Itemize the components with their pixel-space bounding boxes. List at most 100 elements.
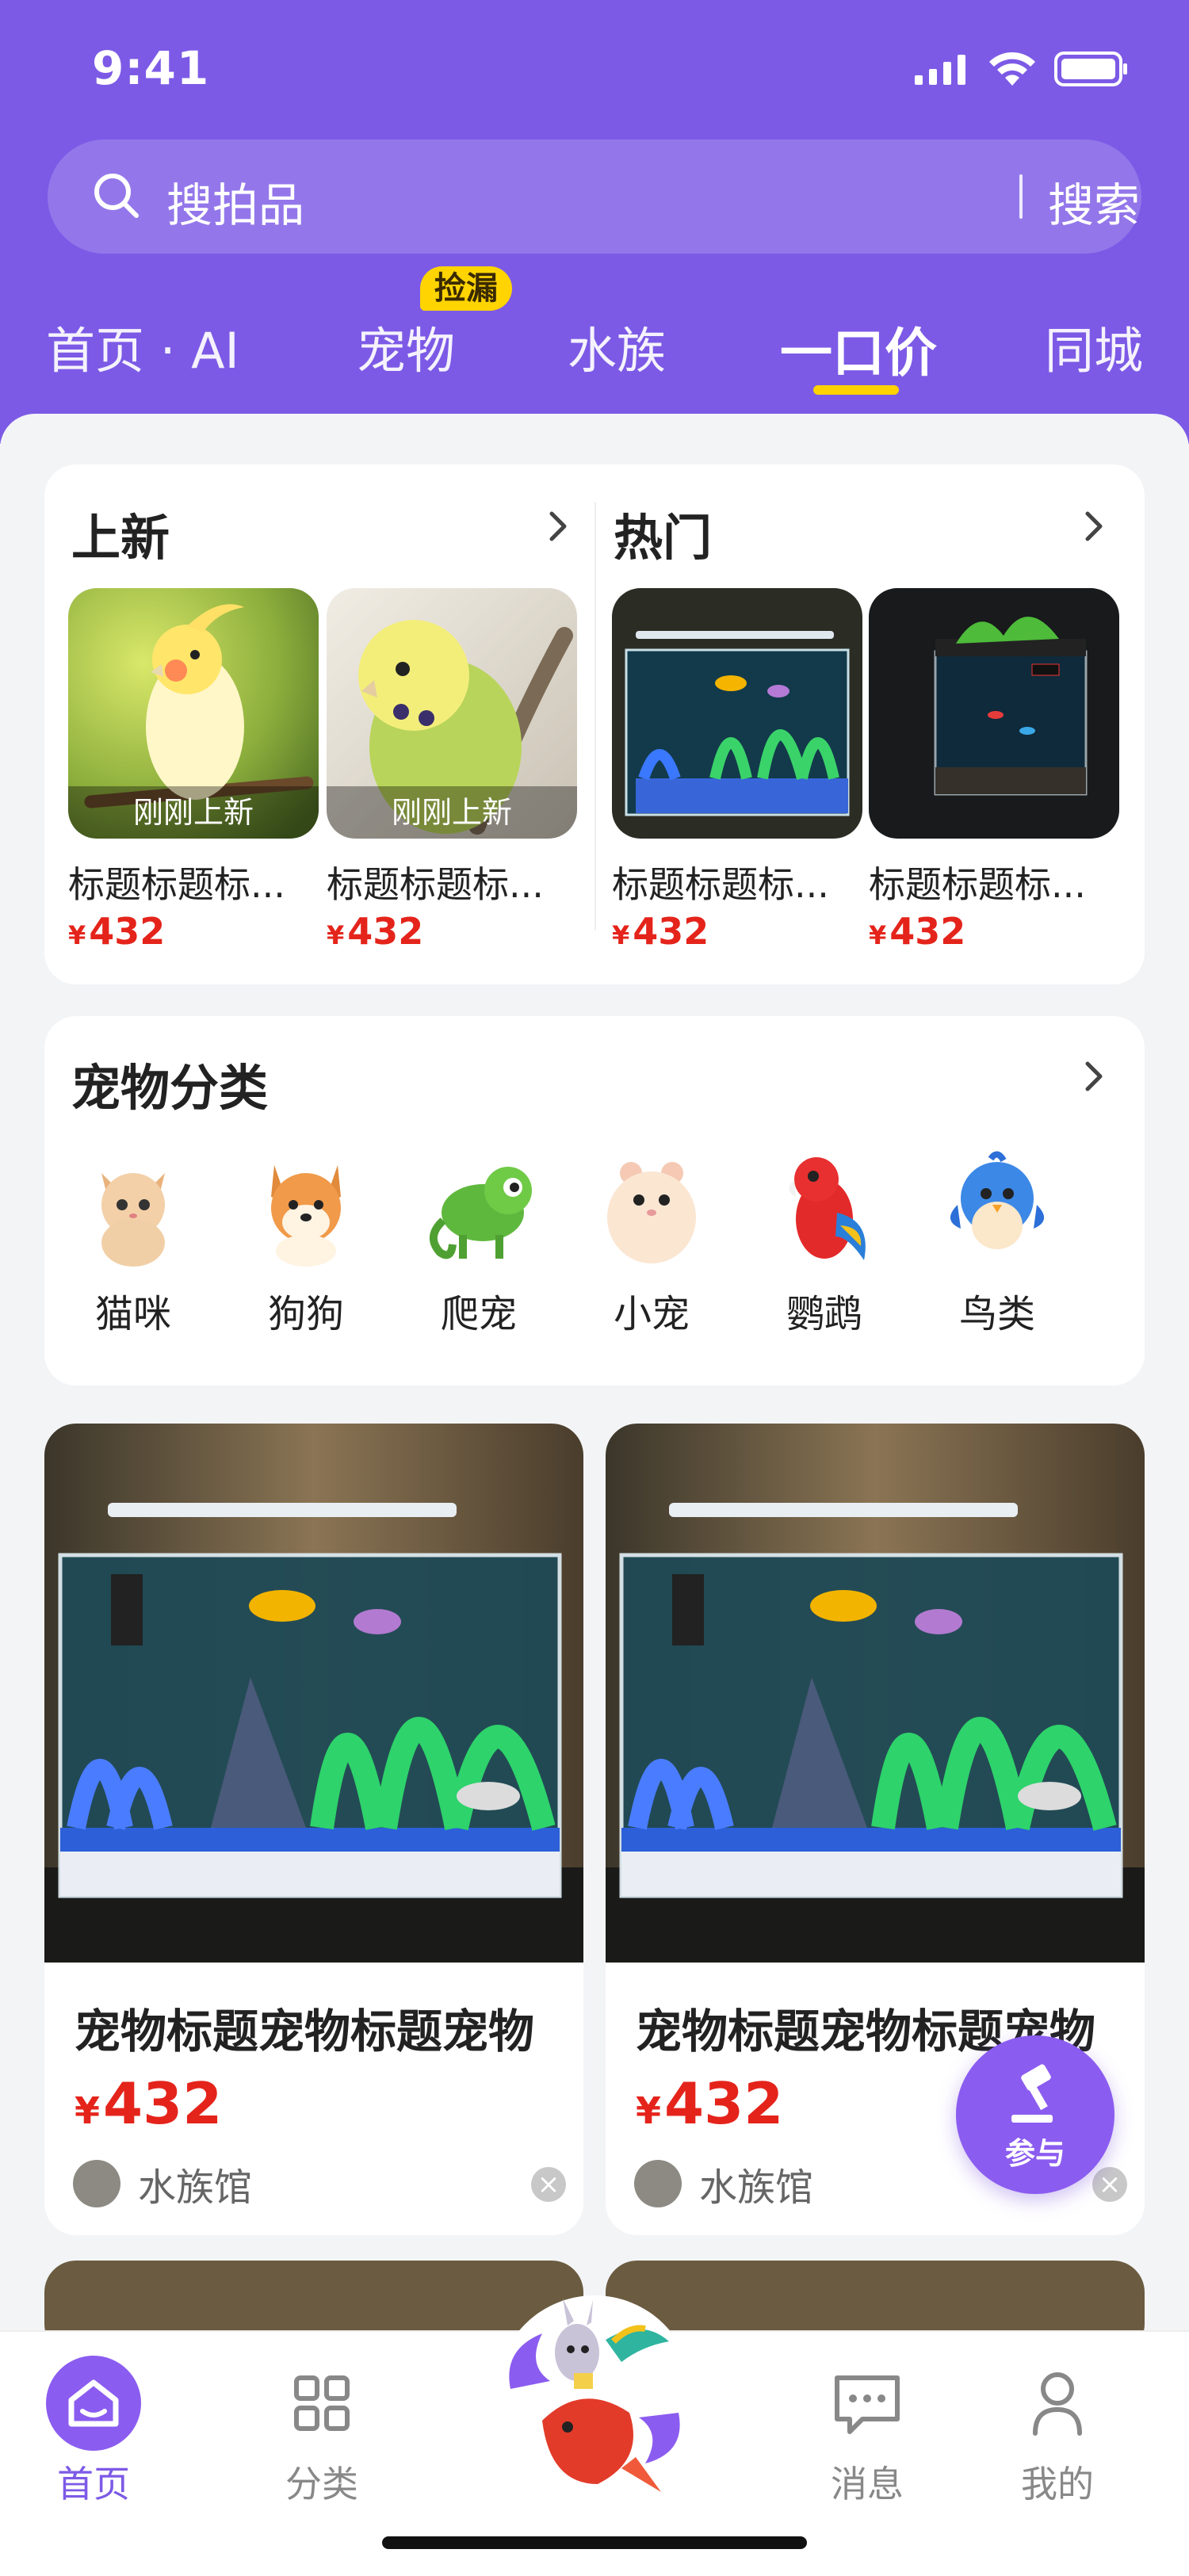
panel-divider bbox=[594, 503, 596, 931]
category-item-parrot[interactable]: 鹦鹉 bbox=[761, 1149, 888, 1338]
tab-fixed-price[interactable]: 一口价 bbox=[780, 311, 937, 387]
search-button[interactable]: 搜索 bbox=[1048, 168, 1140, 235]
home-icon bbox=[46, 2356, 141, 2451]
user-icon bbox=[1033, 2372, 1082, 2436]
aquarium-product-image bbox=[606, 1424, 1145, 1963]
currency-symbol: ¥ bbox=[612, 920, 630, 950]
hot-item-title[interactable]: 标题标题标... bbox=[869, 856, 1119, 908]
currency-symbol: ¥ bbox=[68, 920, 86, 950]
new-item-image[interactable]: 刚刚上新 bbox=[327, 588, 577, 839]
price-value: 432 bbox=[89, 910, 166, 953]
price-value: 432 bbox=[633, 910, 709, 953]
hot-item-title[interactable]: 标题标题标... bbox=[612, 856, 862, 908]
status-icons bbox=[915, 51, 1129, 87]
tabbar-label: 我的 bbox=[1021, 2463, 1094, 2505]
category-item-dog[interactable]: 狗狗 bbox=[243, 1149, 369, 1338]
tab-home-ai[interactable]: 首页 · AI bbox=[46, 311, 239, 382]
message-icon bbox=[835, 2375, 900, 2434]
hot-title[interactable]: 热门 bbox=[614, 498, 712, 569]
category-item-bird[interactable]: 鸟类 bbox=[934, 1149, 1061, 1338]
new-hot-card: 上新 热门 刚刚上新 标题标题标... ¥432 刚刚上新 标题标题标... ¥… bbox=[44, 464, 1145, 984]
join-fab-button[interactable]: 参与 bbox=[956, 2035, 1114, 2194]
currency-symbol: ¥ bbox=[327, 920, 345, 950]
top-tabs: 首页 · AI 宠物 水族 一口价 同城 bbox=[0, 301, 1189, 412]
price-value: 432 bbox=[103, 2070, 223, 2137]
category-item-cat[interactable]: 猫咪 bbox=[70, 1149, 197, 1338]
bird-icon bbox=[950, 1151, 1045, 1249]
tab-badge: 捡漏 bbox=[420, 266, 512, 311]
hot-item-price: ¥432 bbox=[612, 910, 709, 953]
tab-pets[interactable]: 宠物 bbox=[357, 311, 455, 382]
status-time: 9:41 bbox=[92, 41, 210, 95]
search-placeholder[interactable]: 搜拍品 bbox=[166, 168, 304, 235]
tabbar-profile[interactable]: 我的 bbox=[978, 2354, 1137, 2508]
signal-icon bbox=[915, 55, 965, 85]
price-value: 432 bbox=[664, 2070, 784, 2137]
price-value: 432 bbox=[889, 910, 966, 953]
chameleon-icon bbox=[430, 1167, 532, 1259]
dog-icon bbox=[271, 1165, 341, 1267]
category-label: 爬宠 bbox=[440, 1292, 517, 1336]
fab-label: 参与 bbox=[1004, 2136, 1065, 2171]
new-item-title[interactable]: 标题标题标... bbox=[327, 856, 577, 908]
home-indicator bbox=[382, 2536, 807, 2549]
category-chevron-icon[interactable] bbox=[1080, 1057, 1108, 1095]
hot-item-image[interactable] bbox=[612, 588, 862, 839]
new-item-price: ¥432 bbox=[327, 910, 423, 953]
aquarium-product-image bbox=[44, 1424, 583, 1963]
price-value: 432 bbox=[347, 910, 424, 953]
tabbar-home[interactable]: 首页 bbox=[14, 2354, 173, 2508]
shop-avatar bbox=[634, 2160, 682, 2207]
currency-symbol: ¥ bbox=[636, 2089, 662, 2132]
new-item-image[interactable]: 刚刚上新 bbox=[68, 588, 319, 839]
tabbar-category[interactable]: 分类 bbox=[243, 2354, 401, 2508]
category-item-reptile[interactable]: 爬宠 bbox=[415, 1149, 542, 1338]
currency-symbol: ¥ bbox=[75, 2089, 101, 2132]
parrot-icon bbox=[789, 1157, 866, 1260]
category-label: 小宠 bbox=[613, 1292, 690, 1336]
shop-avatar bbox=[73, 2160, 120, 2207]
new-item-price: ¥432 bbox=[68, 910, 165, 953]
tab-aquarium[interactable]: 水族 bbox=[568, 311, 666, 382]
tabbar-messages[interactable]: 消息 bbox=[788, 2354, 946, 2508]
active-tab-indicator bbox=[813, 385, 899, 395]
tank-image bbox=[869, 588, 1119, 839]
battery-icon bbox=[1054, 52, 1127, 86]
new-chevron-icon[interactable] bbox=[544, 507, 572, 545]
tabbar-label: 消息 bbox=[831, 2463, 904, 2505]
search-divider bbox=[1019, 174, 1023, 219]
product-image[interactable] bbox=[606, 1424, 1145, 1963]
header: 9:41 搜拍品 搜索 首页 · AI 宠物 水族 一口价 同城 捡漏 bbox=[0, 0, 1189, 444]
category-label: 鹦鹉 bbox=[786, 1292, 862, 1336]
new-item-title[interactable]: 标题标题标... bbox=[68, 856, 319, 908]
category-item-small-pet[interactable]: 小宠 bbox=[588, 1149, 715, 1338]
tabbar-label: 分类 bbox=[285, 2463, 358, 2505]
new-title[interactable]: 上新 bbox=[71, 498, 170, 569]
new-tag: 刚刚上新 bbox=[68, 786, 319, 839]
grid-icon bbox=[294, 2375, 350, 2431]
product-image[interactable] bbox=[44, 1424, 583, 1963]
search-bar[interactable]: 搜拍品 搜索 bbox=[48, 140, 1141, 254]
shop-name: 水族馆 bbox=[138, 2165, 253, 2210]
cat-icon bbox=[101, 1173, 165, 1267]
tabbar-label: 首页 bbox=[57, 2463, 130, 2505]
tab-local[interactable]: 同城 bbox=[1045, 311, 1143, 382]
shop-info[interactable]: 水族馆 bbox=[73, 2156, 252, 2211]
hamster-icon bbox=[607, 1162, 696, 1263]
category-label: 鸟类 bbox=[958, 1292, 1035, 1336]
hot-chevron-icon[interactable] bbox=[1080, 507, 1108, 545]
gavel-icon bbox=[1011, 2064, 1053, 2123]
close-icon[interactable]: × bbox=[531, 2167, 566, 2202]
shop-info[interactable]: 水族馆 bbox=[634, 2156, 813, 2211]
product-title[interactable]: 宠物标题宠物标题宠物 bbox=[75, 1994, 558, 2061]
category-title[interactable]: 宠物分类 bbox=[71, 1048, 268, 1119]
mascot-logo-icon[interactable] bbox=[495, 2294, 694, 2500]
hot-item-image[interactable] bbox=[869, 588, 1119, 839]
category-label: 猫咪 bbox=[94, 1292, 171, 1336]
product-card[interactable]: 宠物标题宠物标题宠物 ¥432 水族馆 × bbox=[44, 1424, 583, 2235]
shop-name: 水族馆 bbox=[699, 2165, 814, 2210]
product-price: ¥432 bbox=[636, 2070, 783, 2137]
status-bar: 9:41 bbox=[0, 0, 1189, 143]
currency-symbol: ¥ bbox=[869, 920, 887, 950]
search-icon bbox=[94, 174, 139, 218]
